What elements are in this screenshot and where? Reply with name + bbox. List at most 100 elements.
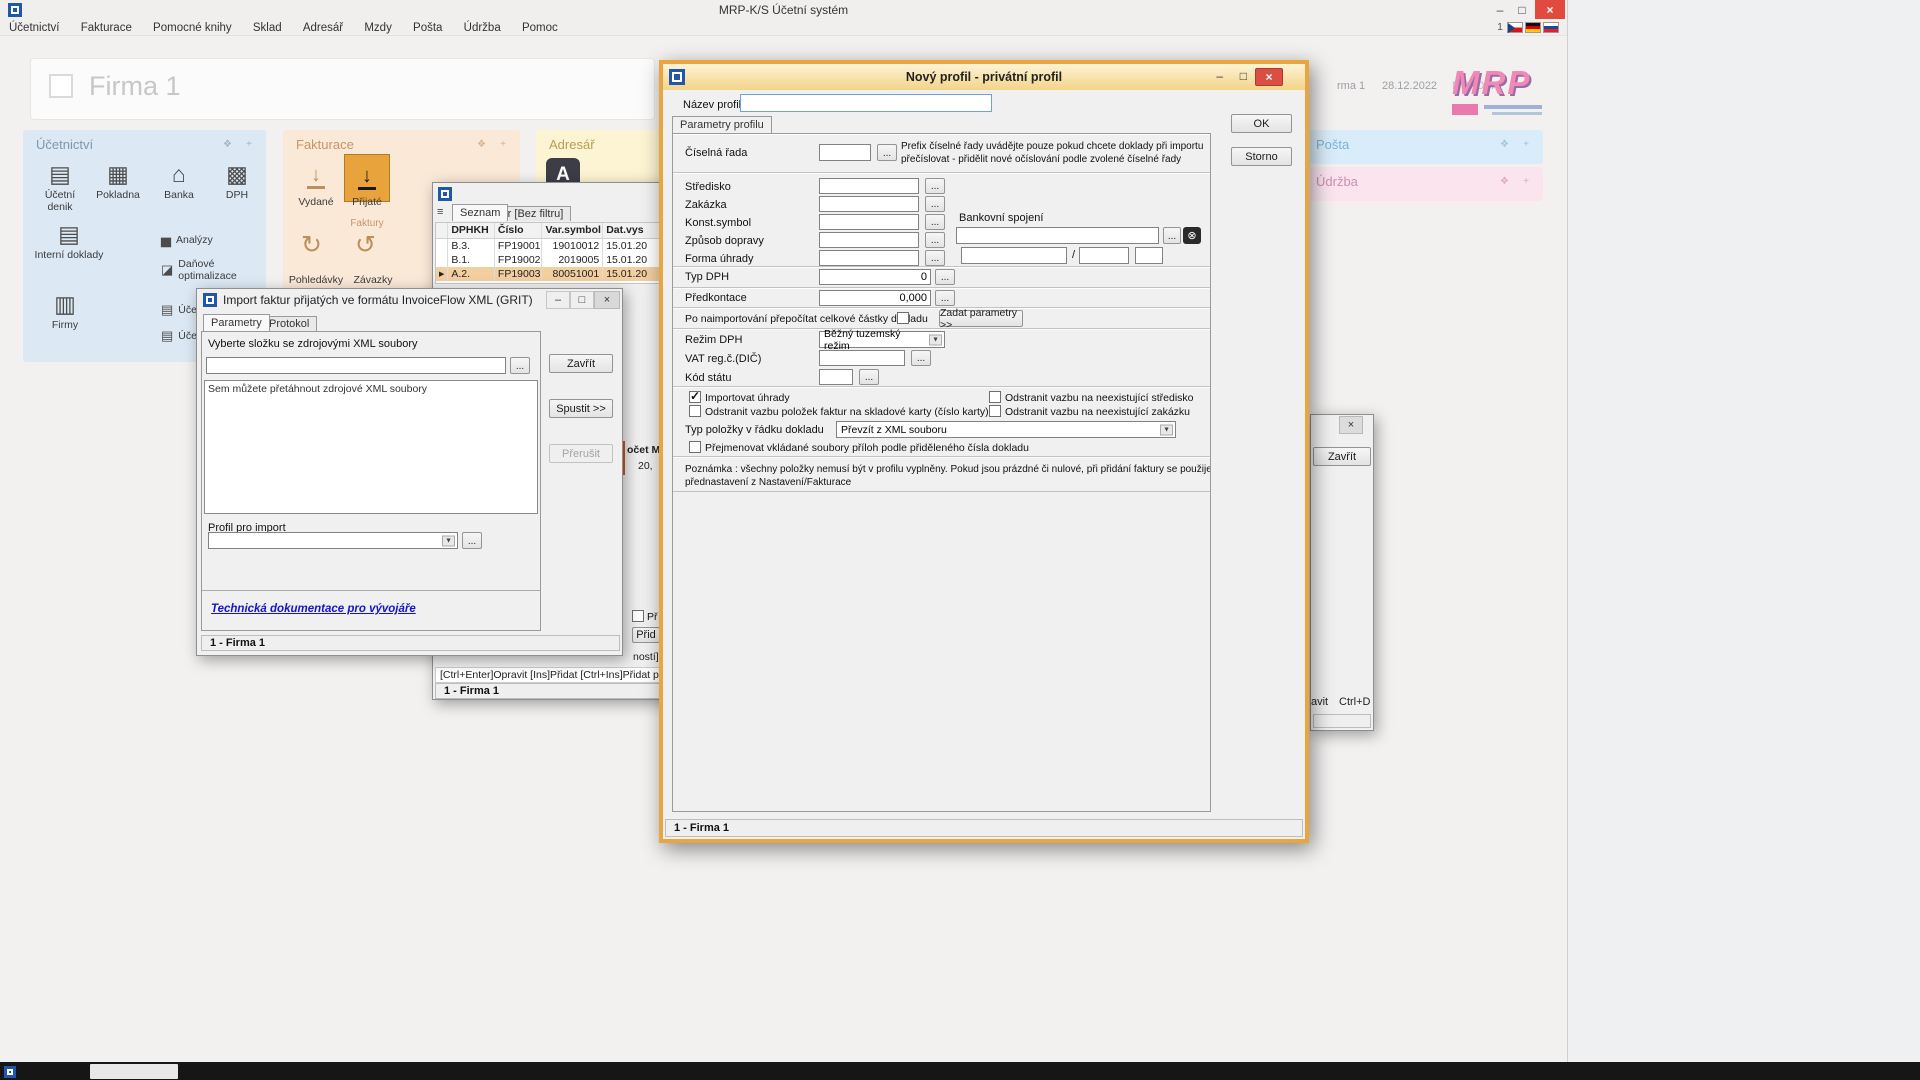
ciselna-rada-input[interactable] [819,144,871,161]
menu-item-fakturace[interactable]: Fakturace [72,20,141,36]
importovat-uhrady-checkbox[interactable] [689,391,701,403]
tab-parametry[interactable]: Parametry [203,314,270,331]
zakazka-input[interactable] [819,196,919,212]
tab-seznam[interactable]: Seznam [452,204,508,221]
zpusob-dopravy-input[interactable] [819,232,919,248]
flag-slovak-icon[interactable] [1543,22,1559,33]
rezim-dph-select[interactable]: Běžný tuzemský režim [819,331,945,348]
typ-polozky-select[interactable]: Převzít z XML souboru [836,421,1176,438]
stredisko-input[interactable] [819,178,919,194]
spustit-button[interactable]: Spustit >> [549,399,613,418]
menu-item-mzdy[interactable]: Mzdy [355,20,400,36]
tile-item-interni-doklady[interactable]: ▤ Interní doklady [33,222,105,261]
col-varsymbol[interactable]: Var.symbol [542,223,603,238]
menu-item-pomocne-knihy[interactable]: Pomocné knihy [144,20,241,36]
tile-item-firmy[interactable]: ▥ Firmy [39,292,91,331]
stredisko-browse-button[interactable]: ... [925,178,945,194]
ok-button[interactable]: OK [1231,114,1292,133]
col-dphkh[interactable]: DPHKH [448,223,495,238]
fragment-add-button[interactable]: Přid [632,627,660,643]
menu-item-posta[interactable]: Pošta [404,20,451,36]
fragment-checkbox[interactable] [632,610,644,622]
table-row[interactable]: B.3. FP19001 19010012 15.01.20 [436,239,662,253]
odstranit-sklad-checkbox[interactable] [689,405,701,417]
minimize-icon[interactable]: – [546,291,570,309]
taskbar-app-icon[interactable] [4,1066,16,1078]
tile-posta-expand-icon[interactable]: + [1523,139,1529,150]
tile-item-vydane[interactable]: ↓ [299,158,333,196]
close-icon[interactable]: × [1339,416,1363,434]
bank-browse-button[interactable]: ... [1163,227,1181,244]
konst-symbol-browse-button[interactable]: ... [925,214,945,230]
tile-item-zavazky-label[interactable]: Závazky [345,274,401,286]
zavrit-button[interactable]: Zavřít [549,354,613,373]
kod-statu-input[interactable] [819,369,853,385]
table-row-selected[interactable]: ▶ A.2. FP19003 80051001 15.01.20 [436,267,662,281]
tile-item-dph[interactable]: ▩ DPH [211,162,263,201]
vat-reg-browse-button[interactable]: ... [911,350,931,366]
odstranit-zakazka-checkbox[interactable] [989,405,1001,417]
tile-udrzba-expand-icon[interactable]: + [1523,176,1529,187]
flag-german-icon[interactable] [1525,22,1541,33]
storno-button[interactable]: Storno [1231,147,1292,166]
odstranit-stredisko-checkbox[interactable] [989,391,1001,403]
maximize-icon[interactable]: □ [570,291,594,309]
hamburger-icon[interactable]: ≡ [437,206,443,218]
minimize-icon[interactable]: – [1489,0,1511,19]
minimize-icon[interactable]: – [1216,69,1223,83]
menu-item-sklad[interactable]: Sklad [244,20,291,36]
typ-dph-input[interactable] [819,269,931,285]
maximize-icon[interactable]: □ [1511,0,1533,19]
close-icon[interactable]: × [594,291,620,309]
prepocitat-checkbox[interactable] [897,312,909,324]
col-datvys[interactable]: Dat.vys [603,223,662,238]
typ-dph-browse-button[interactable]: ... [935,269,955,285]
bank-extra-input[interactable] [1135,247,1163,264]
profile-browse-button[interactable]: ... [462,532,482,549]
predkontace-browse-button[interactable]: ... [935,290,955,306]
kod-statu-browse-button[interactable]: ... [859,369,879,385]
forma-uhrady-browse-button[interactable]: ... [925,250,945,266]
tile-udrzba-puzzle-icon[interactable]: ❖ [1500,176,1509,187]
tile-posta-puzzle-icon[interactable]: ❖ [1500,139,1509,150]
bank-code-input[interactable] [1079,247,1129,264]
prerusit-button[interactable]: Přerušit [549,444,613,463]
tile-item-analyzy[interactable]: ▅ Analýzy [161,232,213,248]
maximize-icon[interactable]: □ [1240,69,1247,83]
bank-account-input[interactable] [961,247,1067,264]
menu-item-pomoc[interactable]: Pomoc [513,20,567,36]
bank-name-input[interactable] [956,227,1159,244]
flag-czech-icon[interactable] [1507,22,1523,33]
zakazka-browse-button[interactable]: ... [925,196,945,212]
tile-ucetnictvi-expand-icon[interactable]: + [246,139,252,150]
folder-browse-button[interactable]: ... [510,357,530,374]
tile-item-ucetni-denik[interactable]: ▤ Účetní denik [31,162,89,213]
developer-docs-link[interactable]: Technická dokumentace pro vývojáře [211,603,416,615]
zadat-parametry-button[interactable]: Zadat parametry >> [939,310,1023,327]
predkontace-input[interactable] [819,290,931,306]
zavrit-button[interactable]: Zavřít [1313,447,1371,466]
liabilities-icon[interactable]: ↺ [355,230,376,260]
menu-item-ucetnictvi[interactable]: Účetnictví [0,20,69,36]
profile-select[interactable] [208,532,458,549]
zpusob-dopravy-browse-button[interactable]: ... [925,232,945,248]
tile-item-danove-optimalizace[interactable]: ◪ Daňové optimalizace [161,258,266,282]
receivables-icon[interactable]: ↻ [301,230,322,260]
ciselna-rada-browse-button[interactable]: ... [877,144,897,161]
xml-drop-zone[interactable]: Sem můžete přetáhnout zdrojové XML soubo… [204,380,538,514]
folder-input[interactable] [206,357,506,374]
tile-item-banka[interactable]: ⌂ Banka [151,162,207,201]
col-cislo[interactable]: Číslo [495,223,543,238]
tile-ucetnictvi-puzzle-icon[interactable]: ❖ [223,139,232,150]
bank-clear-icon[interactable]: ⊗ [1183,227,1201,244]
close-icon[interactable]: × [1535,0,1565,19]
menu-item-udrzba[interactable]: Údržba [455,20,510,36]
table-row[interactable]: B.1. FP19002 2019005 15.01.20 [436,253,662,267]
konst-symbol-input[interactable] [819,214,919,230]
profile-name-input[interactable] [740,94,992,112]
tab-parametry-profilu[interactable]: Parametry profilu [672,116,772,133]
prejmenovat-checkbox[interactable] [689,441,701,453]
tile-fakturace-expand-icon[interactable]: + [500,139,506,150]
tile-item-pokladna[interactable]: ▦ Pokladna [89,162,147,201]
taskbar-item[interactable] [90,1064,178,1079]
